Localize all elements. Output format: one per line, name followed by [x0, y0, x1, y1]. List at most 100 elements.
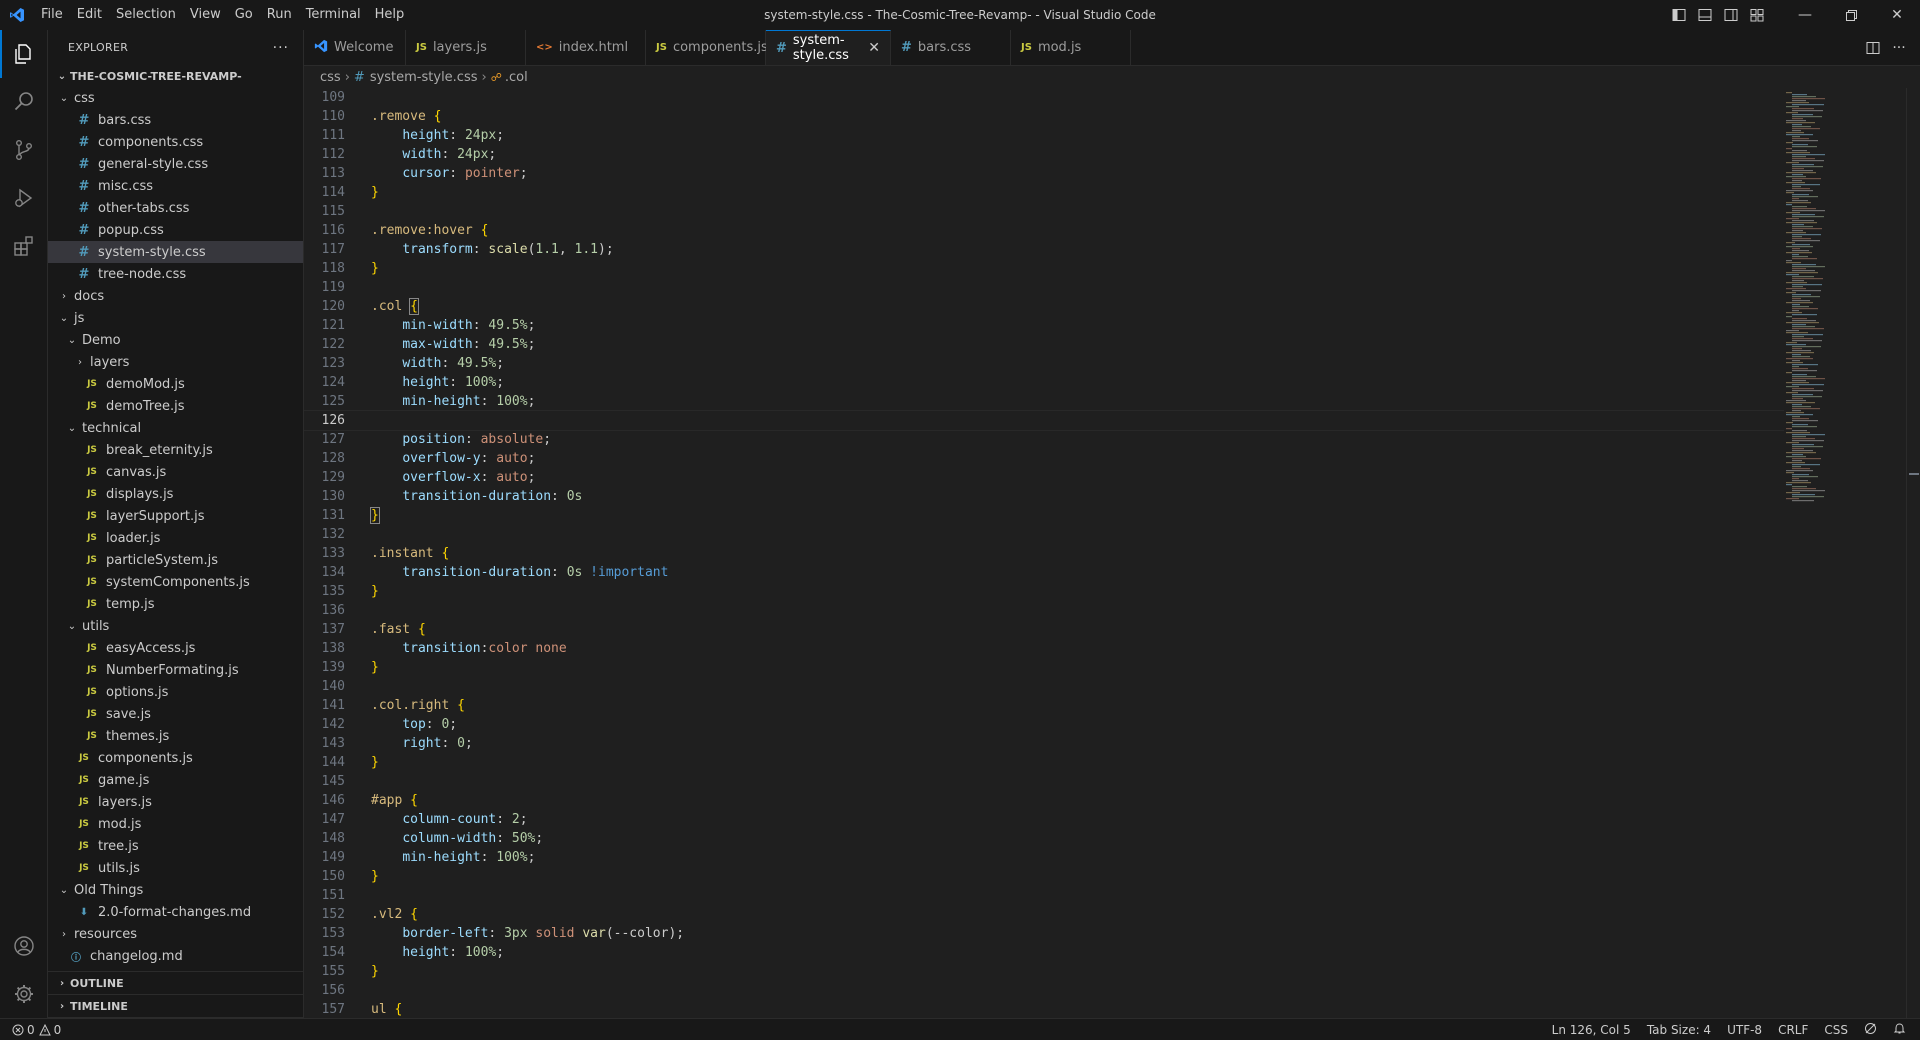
feedback-icon[interactable]	[1856, 1022, 1885, 1038]
tree-file[interactable]: JS break_eternity.js	[48, 439, 303, 461]
menu-run[interactable]: Run	[260, 0, 299, 30]
tree-file[interactable]: JS easyAccess.js	[48, 637, 303, 659]
tree-folder[interactable]: ⌄ Old Things	[48, 879, 303, 901]
toggle-secondary-sidebar-icon[interactable]	[1718, 0, 1744, 30]
editor-more-actions-icon[interactable]: ···	[1886, 33, 1912, 63]
tree-file[interactable]: JS displays.js	[48, 483, 303, 505]
breadcrumb-file[interactable]: system-style.css	[370, 70, 478, 85]
tree-file[interactable]: JS particleSystem.js	[48, 549, 303, 571]
tree-file[interactable]: JS save.js	[48, 703, 303, 725]
tree-file[interactable]: # components.css	[48, 131, 303, 153]
tree-file[interactable]: JS tree.js	[48, 835, 303, 857]
line-ending[interactable]: CRLF	[1770, 1023, 1816, 1037]
editor-tab[interactable]: JS layers.js	[406, 30, 526, 65]
breadcrumb-symbol[interactable]: .col	[505, 70, 528, 85]
explorer-icon[interactable]	[0, 30, 47, 78]
tree-file[interactable]: JS game.js	[48, 769, 303, 791]
menu-terminal[interactable]: Terminal	[299, 0, 368, 30]
toggle-panel-icon[interactable]	[1692, 0, 1718, 30]
minimap-line	[1786, 282, 1807, 284]
tree-file[interactable]: JS components.js	[48, 747, 303, 769]
close-tab-icon[interactable]: ✕	[868, 40, 880, 56]
outline-section[interactable]: › OUTLINE	[48, 972, 303, 995]
tree-file[interactable]: # general-style.css	[48, 153, 303, 175]
editor-tab[interactable]: # bars.css	[891, 30, 1011, 65]
tree-file[interactable]: JS temp.js	[48, 593, 303, 615]
accounts-icon[interactable]	[0, 922, 47, 970]
tree-file[interactable]: # bars.css	[48, 109, 303, 131]
minimap-line	[1792, 298, 1801, 300]
tree-file[interactable]: JS mod.js	[48, 813, 303, 835]
tree-file[interactable]: JS layerSupport.js	[48, 505, 303, 527]
minimap-line	[1786, 142, 1793, 144]
extensions-icon[interactable]	[0, 222, 47, 270]
tree-folder[interactable]: › docs	[48, 285, 303, 307]
menu-view[interactable]: View	[183, 0, 228, 30]
tree-file[interactable]: JS systemComponents.js	[48, 571, 303, 593]
line-number: 150	[321, 869, 345, 884]
minimize-button[interactable]: —	[1782, 0, 1828, 30]
minimap[interactable]	[1784, 88, 1906, 1018]
css-file-icon: #	[78, 222, 90, 238]
tree-folder[interactable]: ⌄ technical	[48, 417, 303, 439]
js-file-icon: JS	[79, 775, 89, 785]
menu-selection[interactable]: Selection	[109, 0, 183, 30]
tree-folder[interactable]: ⌄ Demo	[48, 329, 303, 351]
breadcrumb-folder[interactable]: css	[320, 70, 341, 85]
tree-file[interactable]: JS utils.js	[48, 857, 303, 879]
close-window-button[interactable]: ✕	[1874, 0, 1920, 30]
scrollbar-position-marker	[1909, 473, 1919, 475]
source-control-icon[interactable]	[0, 126, 47, 174]
tree-folder[interactable]: › layers	[48, 351, 303, 373]
toggle-primary-sidebar-icon[interactable]	[1666, 0, 1692, 30]
menu-edit[interactable]: Edit	[70, 0, 109, 30]
tree-file[interactable]: # popup.css	[48, 219, 303, 241]
cursor-position[interactable]: Ln 126, Col 5	[1544, 1023, 1639, 1037]
tree-folder[interactable]: ⌄ js	[48, 307, 303, 329]
tree-file[interactable]: JS NumberFormating.js	[48, 659, 303, 681]
language-mode[interactable]: CSS	[1816, 1023, 1856, 1037]
menu-go[interactable]: Go	[228, 0, 260, 30]
code-editor[interactable]: 109 110 .remove {111 height: 24px; 112 widt…	[304, 88, 1784, 1018]
tree-file[interactable]: JS themes.js	[48, 725, 303, 747]
code-token: .remove	[371, 109, 426, 124]
split-editor-icon[interactable]	[1860, 33, 1886, 63]
project-root[interactable]: ⌄ THE-COSMIC-TREE-REVAMP-	[48, 65, 303, 87]
tree-file[interactable]: # system-style.css	[48, 241, 303, 263]
editor-tab[interactable]: <> index.html	[526, 30, 646, 65]
tree-file[interactable]: JS demoTree.js	[48, 395, 303, 417]
tree-file[interactable]: JS demoMod.js	[48, 373, 303, 395]
search-icon[interactable]	[0, 78, 47, 126]
tree-file[interactable]: # other-tabs.css	[48, 197, 303, 219]
tree-file[interactable]: JS layers.js	[48, 791, 303, 813]
notifications-bell-icon[interactable]	[1885, 1022, 1920, 1038]
tree-file[interactable]: ⬇ 2.0-format-changes.md	[48, 901, 303, 923]
tree-file[interactable]: # tree-node.css	[48, 263, 303, 285]
editor-tab[interactable]: # system-style.css ✕	[766, 30, 891, 65]
customize-layout-icon[interactable]	[1744, 0, 1770, 30]
encoding[interactable]: UTF-8	[1719, 1023, 1770, 1037]
more-actions-icon[interactable]: ···	[273, 40, 289, 56]
editor-tab[interactable]: JS mod.js	[1011, 30, 1131, 65]
line-number: 139	[321, 660, 345, 675]
tree-folder[interactable]: ⌄ utils	[48, 615, 303, 637]
editor-tab[interactable]: Welcome	[304, 30, 406, 65]
tree-file[interactable]: # misc.css	[48, 175, 303, 197]
tree-folder[interactable]: ⌄ css	[48, 87, 303, 109]
tab-size[interactable]: Tab Size: 4	[1639, 1023, 1719, 1037]
manage-gear-icon[interactable]	[0, 970, 47, 1018]
run-debug-icon[interactable]	[0, 174, 47, 222]
tree-file[interactable]: JS loader.js	[48, 527, 303, 549]
minimap-line	[1792, 266, 1825, 268]
problems-indicator[interactable]: 0 0	[0, 1023, 61, 1037]
tree-file[interactable]: JS options.js	[48, 681, 303, 703]
tree-folder[interactable]: › resources	[48, 923, 303, 945]
menu-help[interactable]: Help	[368, 0, 412, 30]
tree-file[interactable]: ⓘ changelog.md	[48, 945, 303, 967]
restore-button[interactable]	[1828, 0, 1874, 30]
timeline-section[interactable]: › TIMELINE	[48, 995, 303, 1018]
tree-file[interactable]: JS canvas.js	[48, 461, 303, 483]
editor-tab[interactable]: JS components.js	[646, 30, 768, 65]
menu-file[interactable]: File	[34, 0, 70, 30]
vertical-scrollbar[interactable]	[1906, 88, 1920, 1018]
